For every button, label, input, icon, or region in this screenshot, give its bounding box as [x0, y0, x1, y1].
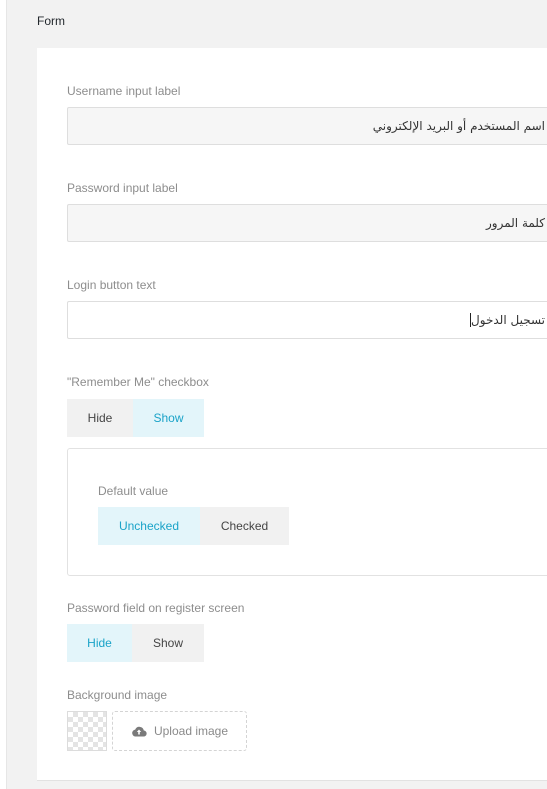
login-text-caption: Login button text — [67, 278, 156, 292]
default-value-caption: Default value — [98, 484, 169, 498]
login-text-input[interactable]: تسجيل الدخول — [67, 301, 547, 339]
remember-me-caption: "Remember Me" checkbox — [67, 375, 209, 389]
remember-me-toggle: Hide Show — [67, 399, 204, 437]
form-settings-card: Username input label اسم المستخدم أو الب… — [37, 48, 547, 781]
register-password-toggle: Hide Show — [67, 624, 204, 662]
text-caret — [470, 313, 472, 327]
default-checked-button[interactable]: Checked — [200, 507, 289, 545]
upload-image-label: Upload image — [153, 724, 229, 738]
remember-show-button[interactable]: Show — [133, 399, 204, 437]
username-label-value: اسم المستخدم أو البريد الإلكتروني — [372, 119, 545, 133]
username-label-caption: Username input label — [67, 84, 181, 98]
section-title: Form — [37, 14, 65, 28]
upload-image-button[interactable]: Upload image — [112, 711, 247, 751]
register-password-caption: Password field on register screen — [67, 601, 245, 615]
login-text-value: تسجيل الدخول — [471, 313, 545, 327]
cloud-upload-icon — [132, 726, 147, 737]
password-label-input[interactable]: كلمة المرور — [67, 204, 547, 242]
background-image-caption: Background image — [67, 688, 168, 702]
default-value-toggle: Unchecked Checked — [98, 507, 289, 545]
default-unchecked-button[interactable]: Unchecked — [98, 507, 200, 545]
register-hide-button[interactable]: Hide — [67, 624, 132, 662]
remember-default-panel: Default value Unchecked Checked — [67, 448, 547, 576]
settings-panel: Form Username input label اسم المستخدم أ… — [6, 0, 547, 789]
register-show-button[interactable]: Show — [132, 624, 204, 662]
password-label-caption: Password input label — [67, 181, 178, 195]
remember-hide-button[interactable]: Hide — [67, 399, 133, 437]
password-label-value: كلمة المرور — [485, 216, 545, 230]
username-label-input[interactable]: اسم المستخدم أو البريد الإلكتروني — [67, 107, 547, 145]
image-preview-thumbnail[interactable] — [67, 711, 107, 751]
